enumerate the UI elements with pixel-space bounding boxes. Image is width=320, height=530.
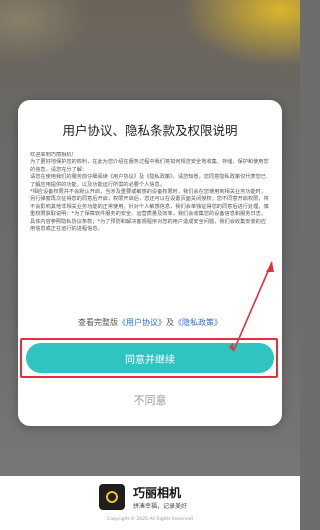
privacy-policy-link[interactable]: 《隐私政策》 [174, 318, 222, 327]
app-name: 巧丽相机 [133, 486, 182, 500]
agreement-links: 查看完整版《用户协议》及《隐私政策》 [18, 317, 282, 328]
body-paragraph: 为了更好地保护您的权利，在此为您介绍在服务过程中我们将如何规范安全地收集、存储、… [30, 159, 269, 173]
footer-mid: 及 [166, 318, 174, 327]
body-paragraph: *相应设备权限并不会默认开启，当涉及重要或敏感的设备权限时，我们会在您使用到相关… [30, 189, 269, 233]
dialog-body: 欢迎来到巧丽相机！ 为了更好地保护您的权利，在此为您介绍在服务过程中我们将如何规… [30, 152, 270, 292]
dialog-title: 用户协议、隐私条款及权限说明 [62, 123, 238, 138]
footer-prefix: 查看完整版 [78, 318, 118, 327]
privacy-dialog: 用户协议、隐私条款及权限说明 欢迎来到巧丽相机！ 为了更好地保护您的权利，在此为… [18, 100, 282, 426]
body-paragraph: 请您在使用我们的服务前仔细阅读《用户协议》及《隐私政策》，请您知悉，您同意隐私政… [30, 174, 267, 188]
agree-button[interactable]: 同意并继续 [26, 343, 274, 373]
user-agreement-link[interactable]: 《用户协议》 [118, 318, 166, 327]
copyright-text: Copyright © 2020 All Rights Reserved [107, 517, 193, 522]
disagree-button[interactable]: 不同意 [18, 392, 282, 408]
app-brand-bar: 巧丽相机 拼凑幸福，记录美好 Copyright © 2020 All Righ… [0, 476, 300, 530]
app-slogan: 拼凑幸福，记录美好 [133, 503, 188, 510]
camera-logo-icon [99, 484, 125, 510]
